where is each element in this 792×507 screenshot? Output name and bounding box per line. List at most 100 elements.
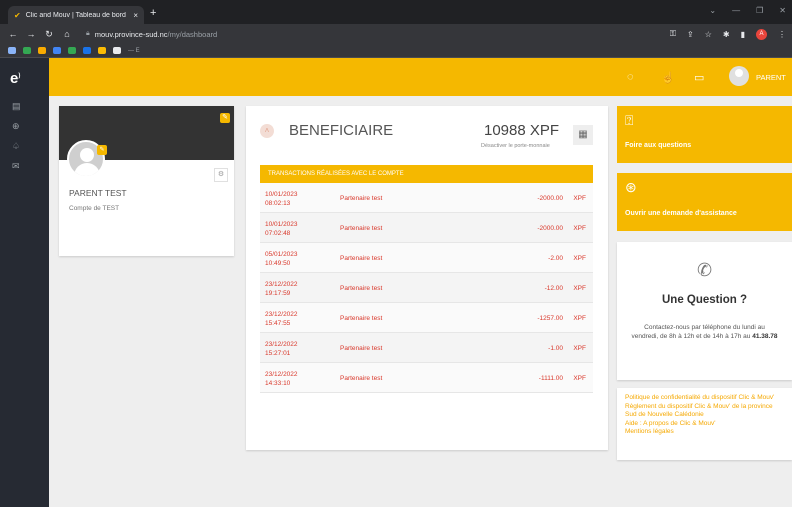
bookmark-star-icon[interactable]: ☆ [705,30,712,39]
deactivate-wallet-link[interactable]: Désactiver le porte-monnaie [481,143,550,149]
bookmark-icon[interactable] [38,47,46,54]
contact-hours-text: Contactez-nous par téléphone du lundi au… [631,324,765,340]
back-icon[interactable]: ← [6,29,20,39]
bell-nav-icon[interactable]: ♤ [12,141,20,152]
tab-title: Clic and Mouv | Tableau de bord [25,11,126,19]
transaction-time: 10:49:50 [265,260,291,267]
transaction-currency: XPF [573,255,586,262]
question-text: Contactez-nous par téléphone du lundi au… [631,324,778,341]
user-avatar[interactable] [729,66,749,86]
bookmark-icon[interactable] [98,47,106,54]
forward-icon[interactable]: → [24,29,38,39]
transaction-date: 10/01/2023 [265,191,298,198]
transaction-partner: Partenaire test [340,195,383,202]
app-header: ◌ ☝ ▭ PARENT [49,58,792,96]
close-window-icon[interactable]: ✕ [779,6,786,15]
reload-icon[interactable]: ↻ [42,29,56,40]
transaction-datetime: 23/12/2022 15:27:01 [265,340,320,358]
faq-label: Foire aux questions [625,142,692,149]
legal-link[interactable]: Politique de confidentialité du disposit… [625,394,784,403]
main-content: ✎ ✎ ⚙ PARENT TEST Compte de TEST ˄ BENEF… [49,96,792,507]
transaction-partner: Partenaire test [340,225,383,232]
transaction-date: 23/12/2022 [265,341,298,348]
profile-avatar[interactable]: A [756,28,767,40]
id-card-icon[interactable]: ▭ [694,71,704,84]
key-icon[interactable]: ⚿ [670,29,676,39]
faq-card[interactable]: ⍰ Foire aux questions [617,106,792,163]
bookmark-icon[interactable] [83,47,91,54]
globe-nav-icon[interactable]: ⊕ [12,121,20,132]
transaction-partner: Partenaire test [340,345,383,352]
bookmark-icon[interactable] [113,47,121,54]
transaction-date: 05/01/2023 [265,251,298,258]
settings-gear-icon[interactable]: ⚙ [214,168,228,182]
transaction-datetime: 10/01/2023 08:02:13 [265,190,320,208]
url-field[interactable]: 🔒︎ mouv.province-sud.nc /my/dashboard [86,30,217,39]
transaction-currency: XPF [573,285,586,292]
balance-amount: 10988 XPF [484,122,560,139]
transaction-amount: -1.00 [548,345,563,352]
app-logo[interactable]: e) [10,70,20,87]
bookmark-icon[interactable] [23,47,31,54]
transaction-currency: XPF [573,375,586,382]
transaction-amount: -2000.00 [537,225,563,232]
transaction-datetime: 23/12/2022 19:17:59 [265,280,320,298]
profile-subtitle: Compte de TEST [69,205,120,212]
legal-link[interactable]: Mentions légales [625,428,784,437]
beneficiaire-card: ˄ BENEFICIAIRE 10988 XPF Désactiver le p… [246,106,608,450]
location-icon[interactable]: ◌ [627,71,634,83]
share-icon[interactable]: ⇪ [687,30,694,39]
transaction-amount: -12.00 [544,285,563,292]
legal-link[interactable]: Règlement du dispositif Clic & Mouv' de … [625,403,784,420]
question-circle-icon: ⍰ [625,112,634,128]
transaction-time: 07:02:48 [265,230,291,237]
edit-avatar-icon[interactable]: ✎ [97,145,107,155]
legal-link[interactable]: Aide : A propos de Clic & Mouv' [625,420,784,429]
maximize-icon[interactable]: ❐ [756,6,763,15]
dashboard-nav-icon[interactable]: ▤ [12,101,21,112]
transaction-time: 15:27:01 [265,350,291,357]
thumbs-up-icon[interactable]: ☝ [661,71,675,84]
assistance-card[interactable]: ⊛ Ouvrir une demande d'assistance [617,173,792,231]
transaction-row: 23/12/2022 15:47:55 Partenaire test -1257.0… [260,303,593,333]
sidepanel-icon[interactable]: ▮ [741,30,745,39]
edit-cover-icon[interactable]: ✎ [220,113,230,123]
new-tab-button[interactable]: + [150,7,156,19]
mail-nav-icon[interactable]: ✉ [12,161,20,172]
transaction-datetime: 05/01/2023 10:49:50 [265,250,320,268]
phone-number: 41.38.78 [752,332,778,340]
transaction-row: 23/12/2022 19:17:59 Partenaire test -12.00 X… [260,273,593,303]
address-bar: ← → ↻ ⌂ 🔒︎ mouv.province-sud.nc /my/dash… [0,24,792,44]
transaction-amount: -1257.00 [537,315,563,322]
bookmark-icon[interactable] [8,47,16,54]
browser-menu-icon[interactable]: ⋮ [778,30,786,39]
transaction-datetime: 10/01/2023 07:02:48 [265,220,320,238]
home-icon[interactable]: ⌂ [60,29,74,39]
bookmark-icon[interactable] [53,47,61,54]
user-menu-label[interactable]: PARENT [756,73,786,82]
browser-tabbar: ✔ Clic and Mouv | Tableau de bord × + ⌄ … [0,0,792,24]
bookmark-label[interactable]: — E [128,48,140,54]
transaction-date: 23/12/2022 [265,311,298,318]
transaction-currency: XPF [573,345,586,352]
browser-tab[interactable]: ✔ Clic and Mouv | Tableau de bord × [8,6,144,24]
browser-actions: ⚿ ⇪ ☆ ✱ ▮ A ⋮ [670,28,786,40]
collapse-chevron-icon[interactable]: ˄ [260,124,274,138]
tab-close-icon[interactable]: × [133,11,138,20]
profile-card: ✎ ✎ ⚙ PARENT TEST Compte de TEST [59,106,234,256]
transaction-row: 10/01/2023 07:02:48 Partenaire test -2000.0… [260,213,593,243]
transaction-amount: -1111.00 [538,375,563,382]
tab-search-icon[interactable]: ⌄ [709,6,716,15]
minimize-icon[interactable]: — [732,6,740,15]
bookmark-icon[interactable] [68,47,76,54]
transaction-currency: XPF [573,225,586,232]
question-card: ✆ Une Question ? Contactez-nous par télé… [617,242,792,380]
transaction-amount: -2000.00 [537,195,563,202]
qr-code-icon[interactable]: ▦ [573,125,593,145]
transaction-partner: Partenaire test [340,255,383,262]
transaction-datetime: 23/12/2022 15:47:55 [265,310,320,328]
transaction-time: 15:47:55 [265,320,291,327]
extensions-icon[interactable]: ✱ [723,30,730,39]
legal-links-card: Politique de confidentialité du disposit… [617,388,792,460]
transactions-table: TRANSACTIONS RÉALISÉES AVEC LE COMPTE 10… [260,165,593,393]
